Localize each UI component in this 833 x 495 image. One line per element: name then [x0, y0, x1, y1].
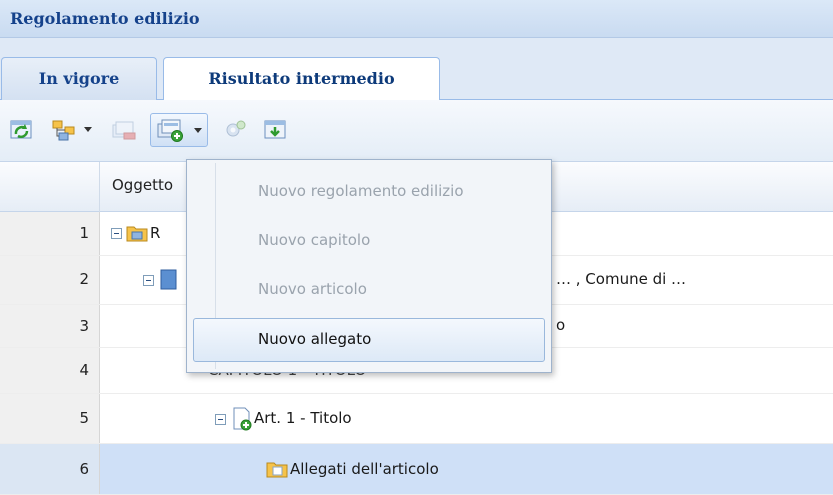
menu-item-label: Nuovo regolamento edilizio [258, 182, 464, 200]
row-label: o [556, 316, 566, 334]
table-row[interactable]: 5 Art. 1 - Titolo [0, 394, 833, 444]
row-number: 2 [0, 256, 100, 304]
settings-icon [226, 120, 246, 137]
chevron-down-icon [84, 127, 92, 132]
settings-button[interactable] [222, 116, 250, 144]
column-header-oggetto[interactable]: Oggetto [112, 176, 173, 194]
remove-item-button[interactable] [110, 116, 140, 144]
row-number: 6 [0, 444, 100, 494]
export-icon [264, 120, 286, 139]
toolbar [0, 100, 833, 162]
document-icon [160, 269, 177, 290]
menu-item-label: Nuovo articolo [258, 280, 367, 298]
row-number-header [0, 162, 100, 212]
refresh-icon [10, 120, 32, 139]
table-row[interactable]: 6 Allegati dell'articolo [0, 444, 833, 495]
add-item-icon [157, 119, 183, 142]
tab-strip: In vigore Risultato intermedio [0, 38, 833, 101]
menu-item-label: Nuovo capitolo [258, 231, 371, 249]
tab-in-vigore[interactable]: In vigore [1, 57, 157, 100]
row-number: 1 [0, 212, 100, 255]
row-number: 5 [0, 394, 100, 443]
row-label: … , Comune di … [556, 270, 687, 288]
row-label: Allegati dell'articolo [290, 460, 439, 478]
tree-structure-icon [52, 120, 75, 141]
menu-item-nuovo-allegato[interactable]: Nuovo allegato [193, 318, 545, 362]
row-label: R [150, 224, 161, 242]
structure-menu-button[interactable] [49, 116, 95, 144]
collapse-icon[interactable] [215, 414, 226, 425]
menu-item-nuovo-articolo[interactable]: Nuovo articolo [193, 268, 545, 312]
folder-icon [126, 226, 148, 242]
refresh-button[interactable] [8, 116, 36, 144]
row-number: 4 [0, 348, 100, 393]
tab-label: In vigore [38, 69, 120, 88]
delete-item-icon [112, 121, 136, 140]
tab-label: Risultato intermedio [208, 69, 395, 88]
article-icon [233, 407, 252, 431]
window-title: Regolamento edilizio [10, 9, 200, 28]
menu-item-nuovo-capitolo[interactable]: Nuovo capitolo [193, 219, 545, 263]
tab-risultato-intermedio[interactable]: Risultato intermedio [163, 57, 440, 101]
chevron-down-icon [194, 128, 202, 133]
attachments-folder-icon [266, 462, 288, 478]
collapse-icon[interactable] [143, 275, 154, 286]
row-number: 3 [0, 305, 100, 347]
collapse-icon[interactable] [111, 228, 122, 239]
export-button[interactable] [262, 116, 290, 144]
add-item-menu-button[interactable] [150, 113, 208, 147]
add-item-dropdown-menu: Nuovo regolamento edilizio Nuovo capitol… [186, 159, 552, 373]
row-label: Art. 1 - Titolo [254, 409, 352, 427]
menu-item-label: Nuovo allegato [258, 330, 372, 348]
menu-item-nuovo-regolamento[interactable]: Nuovo regolamento edilizio [193, 170, 545, 214]
window-title-bar: Regolamento edilizio [0, 0, 833, 38]
